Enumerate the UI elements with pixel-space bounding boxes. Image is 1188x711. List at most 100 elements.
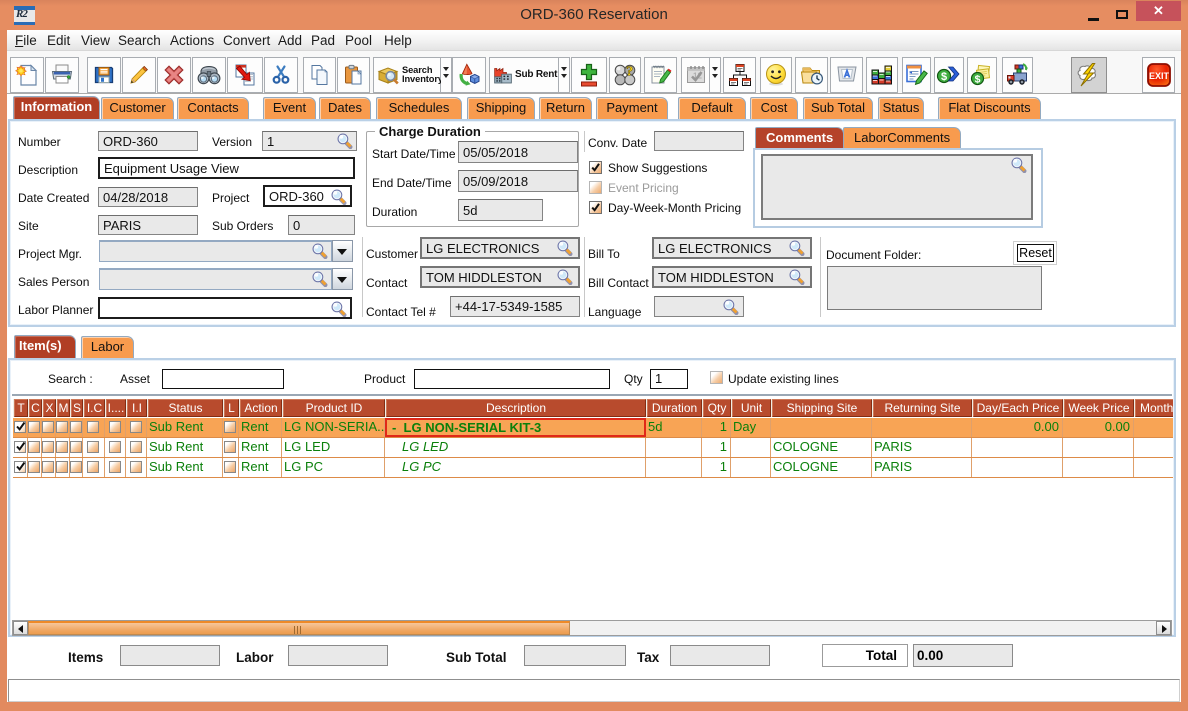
row-select-checkbox[interactable] (14, 461, 26, 473)
row-m-checkbox[interactable] (56, 441, 68, 453)
new-button[interactable] (10, 57, 44, 93)
column-header-m[interactable]: M (57, 399, 70, 417)
product-input[interactable] (414, 369, 610, 389)
cut-button[interactable] (264, 57, 298, 93)
scroll-left-button[interactable] (13, 621, 28, 635)
row-x-checkbox[interactable] (42, 421, 54, 433)
tab-information[interactable]: Information (13, 96, 100, 119)
menu-item-convert[interactable]: Convert (223, 32, 270, 49)
labor-planner-field[interactable] (98, 297, 352, 319)
tab-flat-discounts[interactable]: Flat Discounts (938, 97, 1041, 119)
qty-input[interactable]: 1 (650, 369, 688, 389)
transfer-button[interactable] (227, 57, 263, 93)
duration-field[interactable]: 5d (458, 199, 543, 221)
bill-contact-search-icon[interactable] (788, 268, 805, 286)
org-chart-button[interactable] (723, 57, 756, 93)
start-date-field[interactable]: 05/05/2018 (458, 141, 578, 163)
tab-comments[interactable]: Comments (755, 127, 845, 148)
convert-order-button[interactable] (452, 57, 486, 93)
menu-item-view[interactable]: View (81, 32, 110, 49)
sub-orders-field[interactable]: 0 (288, 215, 355, 235)
project-search-icon[interactable] (330, 188, 347, 206)
row-ii-checkbox[interactable] (130, 421, 142, 433)
day-week-month-checkbox[interactable] (589, 201, 602, 214)
find-button[interactable] (192, 57, 226, 93)
version-search-icon[interactable] (336, 132, 353, 150)
row-ii-checkbox[interactable] (130, 461, 142, 473)
row-s-checkbox[interactable] (70, 441, 82, 453)
menu-item-search[interactable]: Search (118, 32, 161, 49)
table-row[interactable]: Sub Rent Rent LG PC LG PC 1 COLOGNE PARIS (13, 458, 1173, 478)
tab-item-s-[interactable]: Item(s) (14, 335, 76, 358)
row-s-checkbox[interactable] (70, 421, 82, 433)
menu-item-actions[interactable]: Actions (170, 32, 214, 49)
add-line-button[interactable] (571, 57, 607, 93)
row-s-checkbox[interactable] (70, 461, 82, 473)
copy-button[interactable] (303, 57, 336, 93)
tab-labor[interactable]: Labor (81, 336, 134, 358)
column-header-duration[interactable]: Duration (647, 399, 702, 417)
column-header-product_id[interactable]: Product ID (283, 399, 385, 417)
billing-notes-button[interactable]: $ (967, 57, 997, 93)
conv-date-field[interactable] (654, 131, 744, 151)
end-date-field[interactable]: 05/09/2018 (458, 170, 578, 192)
menu-item-add[interactable]: Add (278, 32, 302, 49)
tab-laborcomments[interactable]: LaborComments (843, 127, 962, 148)
document-folder-box[interactable] (827, 266, 1042, 310)
site-field[interactable]: PARIS (98, 215, 198, 235)
shipping-truck-button[interactable] (1002, 57, 1033, 93)
tab-cost[interactable]: Cost (750, 97, 798, 119)
tab-return[interactable]: Return (539, 97, 592, 119)
column-header-s[interactable]: S (71, 399, 83, 417)
calendar-button-dropdown[interactable] (710, 57, 721, 93)
sub-rent-button[interactable]: Sub Rent (489, 57, 559, 93)
row-select-checkbox[interactable] (14, 421, 26, 433)
row-l-checkbox[interactable] (224, 461, 236, 473)
column-header-c[interactable]: C (29, 399, 42, 417)
column-header-qty[interactable]: Qty (703, 399, 731, 417)
close-button[interactable]: ✕ (1136, 1, 1181, 21)
edit-button[interactable] (122, 57, 156, 93)
bill-to-search-icon[interactable] (788, 239, 805, 257)
tab-default[interactable]: Default (678, 97, 746, 119)
row-x-checkbox[interactable] (42, 461, 54, 473)
save-button[interactable] (87, 57, 121, 93)
maximize-button[interactable] (1116, 10, 1128, 19)
column-header-idot[interactable]: I.... (106, 399, 126, 417)
show-suggestions-checkbox[interactable] (589, 161, 602, 174)
row-ic-checkbox[interactable] (87, 441, 99, 453)
comments-search-icon[interactable] (1010, 156, 1027, 174)
row-x-checkbox[interactable] (42, 441, 54, 453)
quick-action-button[interactable] (1071, 57, 1107, 93)
tab-status[interactable]: Status (878, 97, 924, 119)
tab-contacts[interactable]: Contacts (177, 97, 249, 119)
paste-button[interactable] (337, 57, 370, 93)
row-ic-checkbox[interactable] (87, 461, 99, 473)
comments-textarea[interactable] (761, 154, 1033, 220)
menu-item-pad[interactable]: Pad (311, 32, 335, 49)
row-idot-checkbox[interactable] (109, 441, 121, 453)
description-field[interactable]: Equipment Usage View (98, 157, 355, 179)
tab-sub-total[interactable]: Sub Total (803, 97, 873, 119)
search-inventory-button-dropdown[interactable] (441, 57, 452, 93)
history-folder-button[interactable] (795, 57, 828, 93)
language-search-icon[interactable] (722, 298, 739, 316)
tab-event[interactable]: Event (263, 97, 316, 119)
column-header-t[interactable]: T (14, 399, 28, 417)
row-c-checkbox[interactable] (28, 441, 40, 453)
sales-person-search-icon[interactable] (311, 270, 328, 288)
reset-button[interactable]: Reset (1017, 244, 1054, 262)
asset-input[interactable] (162, 369, 284, 389)
h-scroll-thumb[interactable] (28, 621, 570, 635)
row-select-checkbox[interactable] (14, 441, 26, 453)
search-inventory-button[interactable]: Search Inventory (373, 57, 443, 93)
row-c-checkbox[interactable] (28, 461, 40, 473)
minimize-button[interactable] (1088, 18, 1099, 21)
project-mgr-dropdown[interactable] (332, 240, 353, 262)
shortcut-key-button[interactable] (830, 57, 863, 93)
project-mgr-search-icon[interactable] (311, 242, 328, 260)
pool-button[interactable]: ? (609, 57, 641, 93)
tab-schedules[interactable]: Schedules (376, 97, 462, 119)
column-header-x[interactable]: X (43, 399, 56, 417)
column-header-description[interactable]: Description (386, 399, 646, 417)
